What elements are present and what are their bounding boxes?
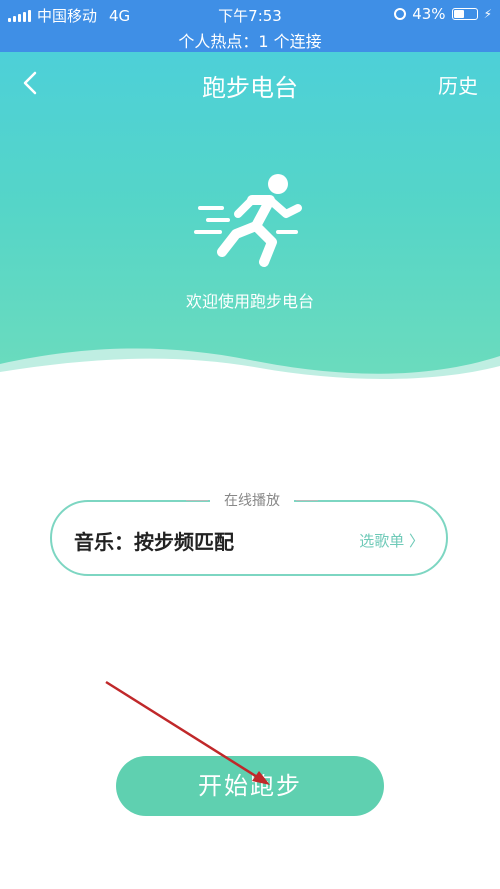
- status-right: 43% ⚡: [394, 5, 492, 23]
- start-running-button[interactable]: 开始跑步: [116, 756, 384, 816]
- hotspot-banner[interactable]: 个人热点：1 个连接: [0, 28, 500, 52]
- running-person-icon: [194, 174, 302, 267]
- music-mode-text: 音乐：按步频匹配: [74, 530, 234, 554]
- battery-percent: 43%: [412, 5, 446, 23]
- select-playlist-button[interactable]: 选歌单 〉: [359, 530, 424, 551]
- alarm-icon: [394, 8, 407, 20]
- status-bar: 中国移动 4G 下午7:53 43% ⚡ 个人热点：1 个连接: [0, 0, 500, 52]
- wave-divider: [0, 348, 500, 392]
- battery-icon: [451, 8, 478, 20]
- online-play-label: 在线播放: [186, 490, 318, 510]
- page-title: 跑步电台: [202, 74, 298, 102]
- status-row: 中国移动 4G 下午7:53 43% ⚡: [0, 3, 500, 25]
- online-play-card[interactable]: 在线播放 音乐：按步频匹配 选歌单 〉: [50, 490, 448, 576]
- welcome-text: 欢迎使用跑步电台: [185, 292, 314, 311]
- history-button[interactable]: 历史: [438, 70, 478, 99]
- charging-icon: ⚡: [483, 7, 492, 21]
- hero-banner: 跑步电台 历史 欢迎使用跑步电台: [0, 52, 500, 392]
